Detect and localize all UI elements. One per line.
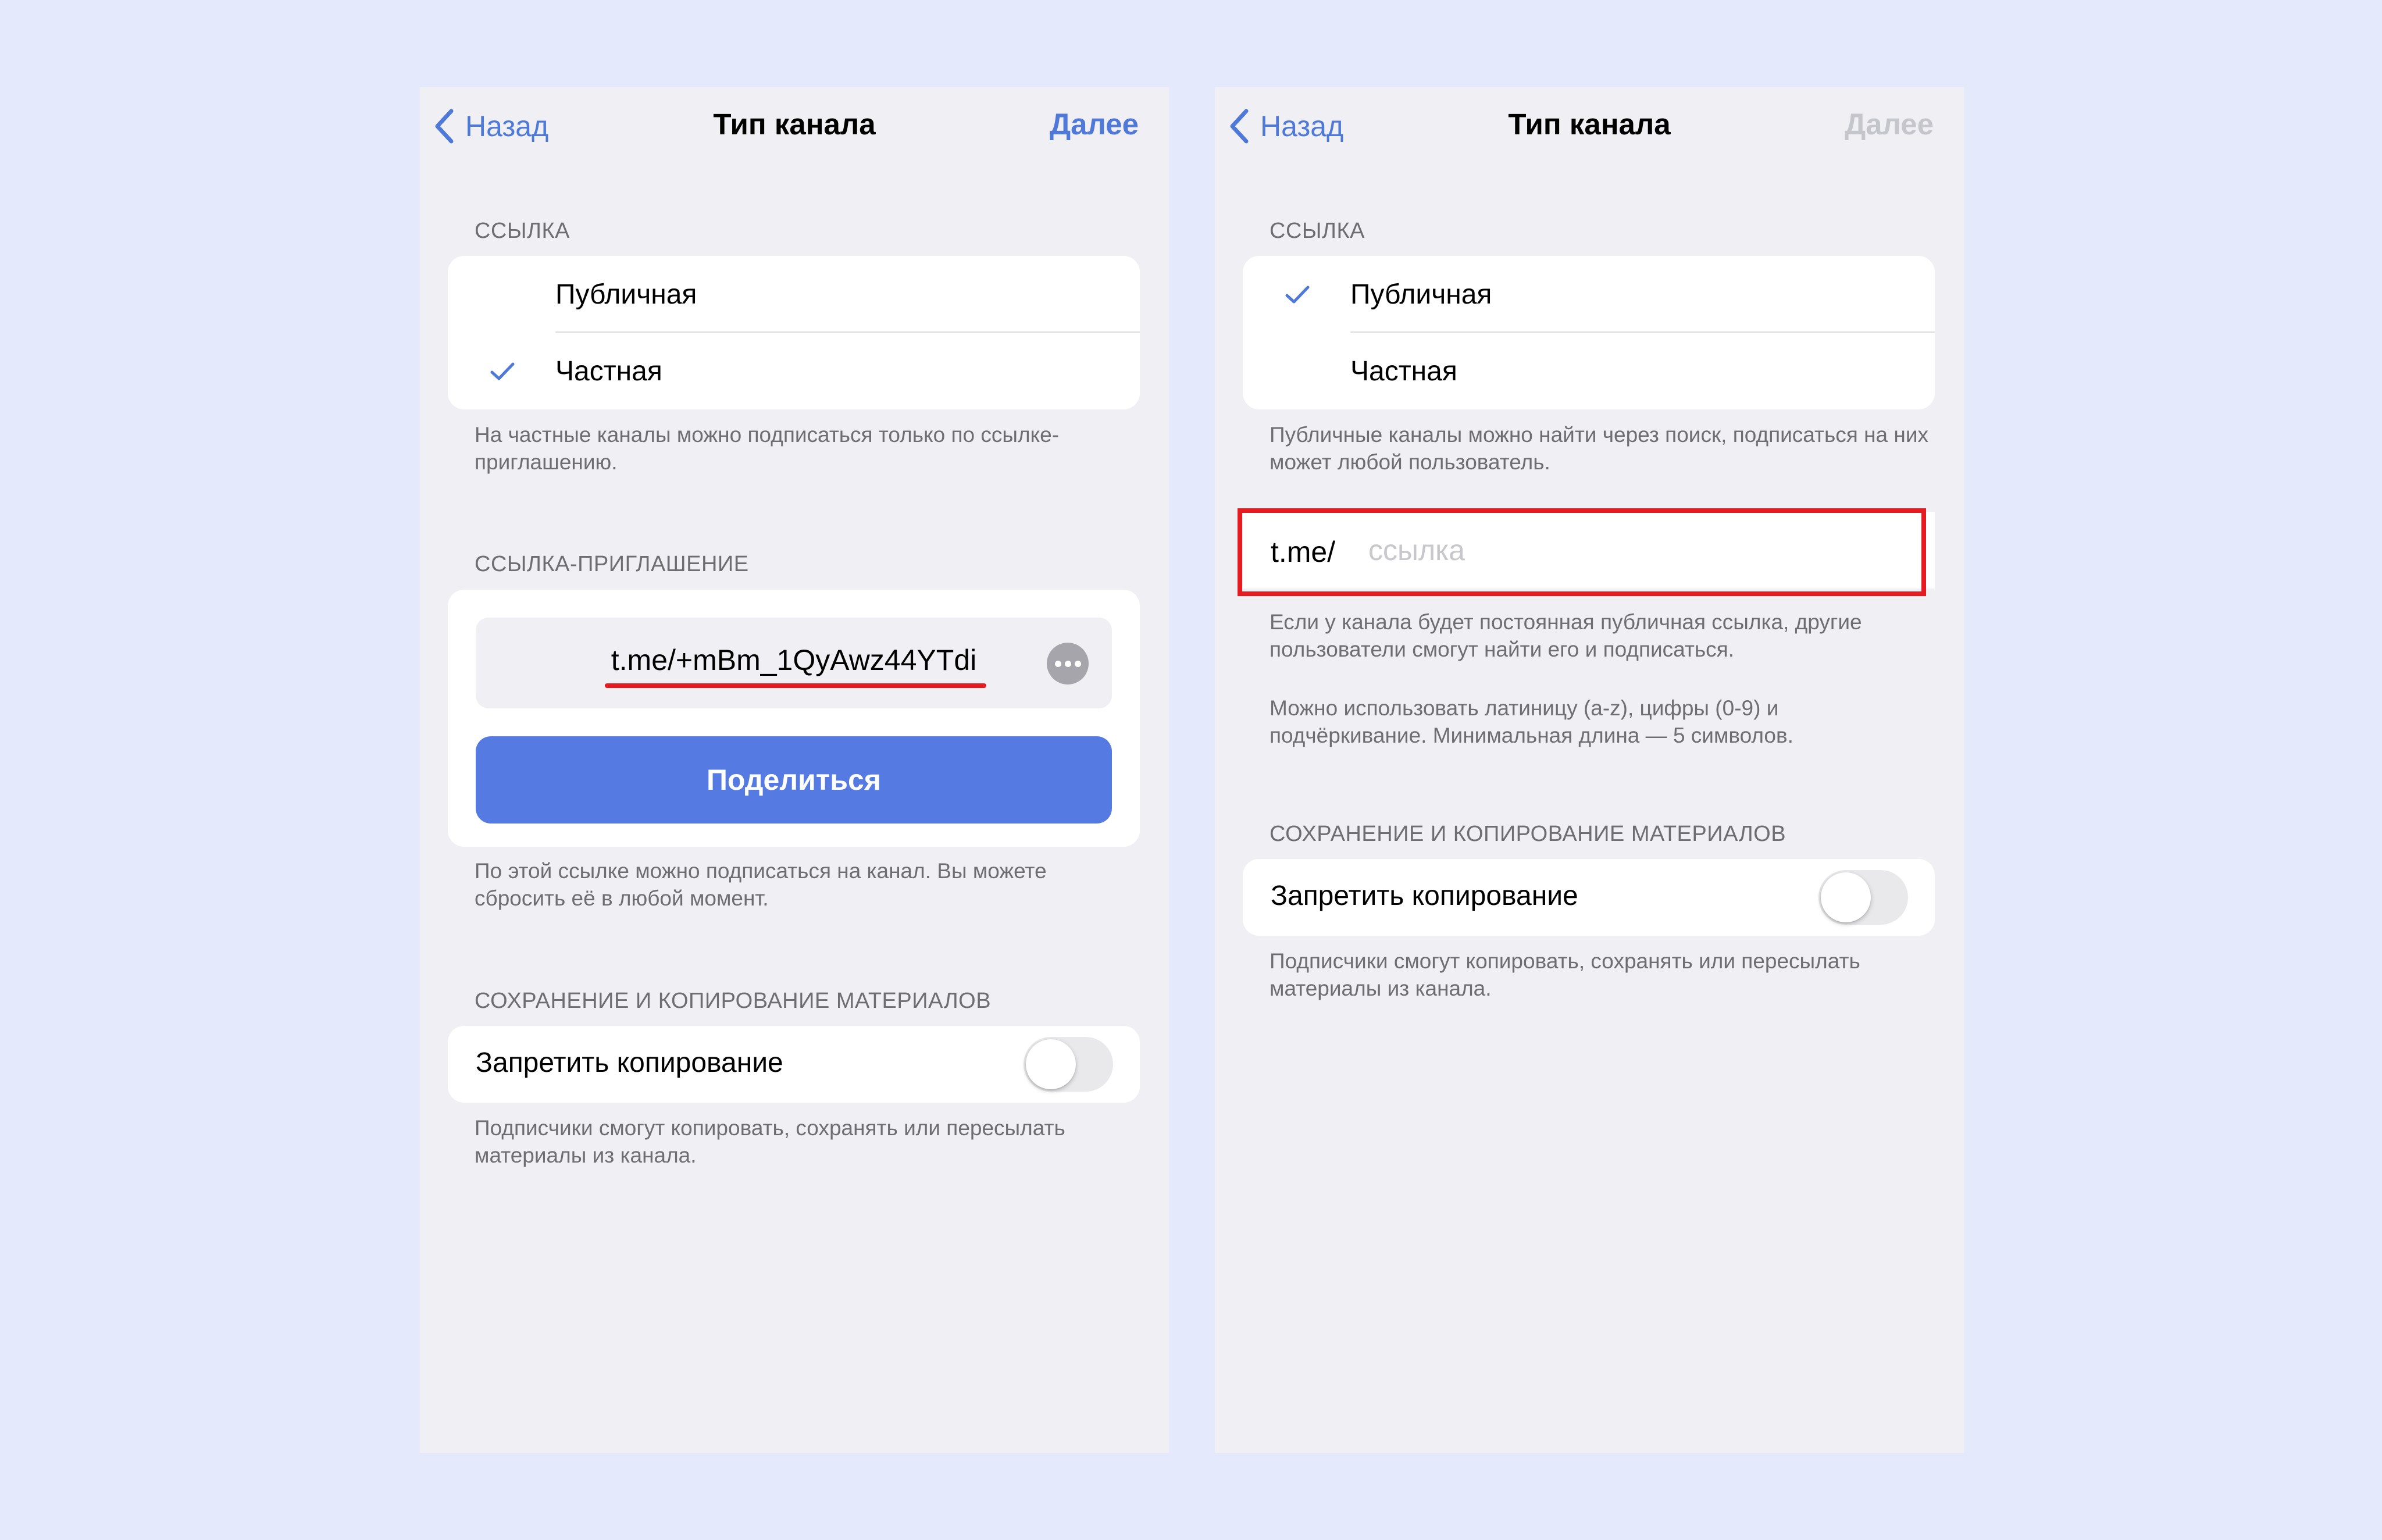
option-private-label: Частная xyxy=(1350,355,1457,387)
restrict-copy-toggle[interactable] xyxy=(1818,870,1908,925)
link-section-header: Ссылка xyxy=(475,219,570,243)
copy-section-header: Сохранение и копирование материалов xyxy=(475,989,992,1013)
invite-section-header: Ссылка-приглашение xyxy=(475,552,749,576)
copy-section-header: Сохранение и копирование материалов xyxy=(1270,822,1786,846)
nav-bar: Назад Тип канала Далее xyxy=(1215,87,1964,164)
link-prefix: t.me/ xyxy=(1271,536,1336,568)
more-icon[interactable] xyxy=(1047,643,1089,685)
right-screen: Назад Тип канала Далее Ссылка Публичная … xyxy=(1215,87,1964,1453)
option-public[interactable]: Публичная xyxy=(448,256,1140,333)
link-section-footer: Публичные каналы можно найти через поиск… xyxy=(1270,423,1928,474)
copy-section-footer: Подписчики смогут копировать, сохранять … xyxy=(475,1116,1065,1167)
option-private[interactable]: Частная xyxy=(448,333,1140,409)
link-type-card: Публичная Частная xyxy=(1243,256,1935,409)
invite-card: t.me/+mBm_1QyAwz44YTdi Поделиться xyxy=(448,590,1140,847)
link-type-card: Публичная Частная xyxy=(448,256,1140,409)
option-private-label: Частная xyxy=(555,355,662,387)
next-button[interactable]: Далее xyxy=(1050,107,1139,141)
invite-section-footer: По этой ссылке можно подписаться на кана… xyxy=(475,859,1047,910)
restrict-copy-row: Запретить копирование xyxy=(448,1026,1140,1103)
invite-link-text: t.me/+mBm_1QyAwz44YTdi xyxy=(611,644,977,676)
option-public-label: Публичная xyxy=(1350,279,1492,310)
highlight-underline xyxy=(605,683,986,688)
option-public[interactable]: Публичная xyxy=(1243,256,1935,333)
next-button-disabled: Далее xyxy=(1844,108,1934,141)
public-link-input[interactable] xyxy=(1368,533,1892,568)
public-link-footer-1: Если у канала будет постоянная публичная… xyxy=(1270,610,1862,661)
option-public-label: Публичная xyxy=(555,279,697,310)
restrict-copy-label: Запретить копирование xyxy=(1271,880,1578,911)
invite-link-field[interactable]: t.me/+mBm_1QyAwz44YTdi xyxy=(476,618,1112,708)
checkmark-icon xyxy=(1285,286,1310,304)
public-link-footer-2: Можно использовать латиницу (a-z), цифры… xyxy=(1270,696,1793,747)
share-button[interactable]: Поделиться xyxy=(476,736,1112,824)
option-private[interactable]: Частная xyxy=(1243,333,1935,409)
copy-section-footer: Подписчики смогут копировать, сохранять … xyxy=(1270,949,1860,1000)
restrict-copy-label: Запретить копирование xyxy=(476,1047,783,1078)
public-link-field: t.me/ xyxy=(1243,512,1935,589)
checkmark-icon xyxy=(490,362,515,380)
link-section-header: Ссылка xyxy=(1270,219,1365,243)
restrict-copy-toggle[interactable] xyxy=(1024,1037,1113,1092)
link-section-footer: На частные каналы можно подписаться толь… xyxy=(475,423,1060,474)
left-screen: Назад Тип канала Далее Ссылка Публичная … xyxy=(420,87,1169,1453)
nav-bar: Назад Тип канала Далее xyxy=(420,87,1169,164)
restrict-copy-row: Запретить копирование xyxy=(1243,859,1935,936)
